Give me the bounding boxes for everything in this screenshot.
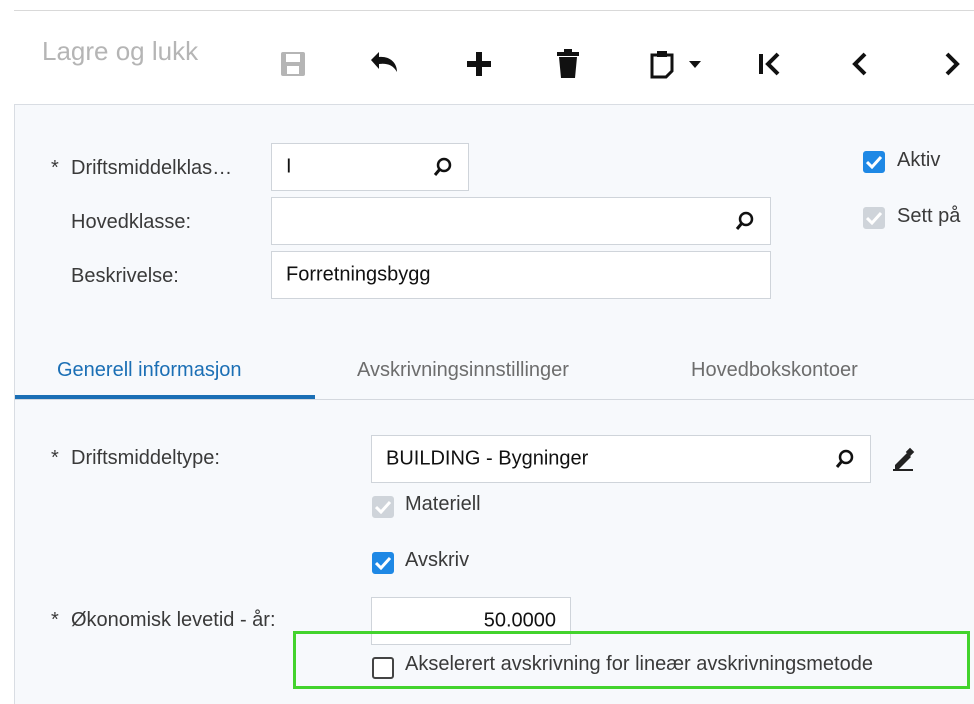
highlight-box [293, 631, 970, 689]
active-tab-indicator [15, 395, 315, 399]
asset-type-label: Driftsmiddeltype: [71, 447, 220, 469]
save-close-button[interactable]: Lagre og lukk [42, 36, 198, 67]
undo-icon[interactable] [364, 36, 404, 92]
asset-type-field[interactable]: BUILDING - Bygninger [371, 435, 871, 483]
next-record-icon[interactable] [934, 36, 970, 92]
asset-class-value: I [286, 155, 292, 178]
set-on-checkbox[interactable] [863, 207, 885, 229]
required-marker: * [51, 447, 59, 469]
search-icon[interactable] [834, 448, 856, 470]
description-value: Forretningsbygg [286, 263, 431, 286]
clipboard-icon[interactable] [642, 36, 682, 92]
previous-record-icon[interactable] [842, 36, 878, 92]
tab-depreciation-settings[interactable]: Avskrivningsinnstillinger [357, 359, 569, 382]
add-icon[interactable] [459, 36, 499, 92]
description-label: Beskrivelse: [71, 265, 179, 287]
set-on-label: Sett på [897, 205, 961, 227]
edit-icon[interactable] [891, 447, 915, 471]
asset-class-field[interactable]: I [271, 143, 469, 191]
search-icon[interactable] [432, 156, 454, 178]
material-checkbox[interactable] [372, 496, 394, 518]
active-checkbox[interactable] [863, 151, 885, 173]
toolbar: Lagre og lukk [0, 14, 974, 94]
first-record-icon[interactable] [752, 36, 788, 92]
depreciate-checkbox[interactable] [372, 552, 394, 574]
active-label: Aktiv [897, 149, 941, 171]
save-icon[interactable] [275, 36, 311, 92]
tab-bar: Generell informasjon Avskrivningsinnstil… [15, 351, 974, 400]
depreciate-label: Avskriv [405, 549, 470, 571]
asset-class-label: Driftsmiddelklas… [71, 157, 233, 179]
asset-type-value: BUILDING - Bygninger [386, 447, 589, 470]
parent-class-field[interactable] [271, 197, 771, 245]
parent-class-label: Hovedklasse: [71, 211, 192, 233]
required-marker: * [51, 157, 59, 179]
delete-icon[interactable] [550, 36, 586, 92]
useful-life-value: 50.0000 [483, 609, 556, 632]
useful-life-label: Økonomisk levetid - år: [71, 609, 276, 631]
description-field[interactable]: Forretningsbygg [271, 251, 771, 299]
tab-general-info[interactable]: Generell informasjon [57, 359, 242, 382]
material-label: Materiell [405, 493, 481, 515]
search-icon[interactable] [734, 210, 756, 232]
form-panel: * Driftsmiddelklas… I Aktiv Sett på Hove… [14, 104, 974, 704]
tab-gl-accounts[interactable]: Hovedbokskontoer [691, 359, 858, 382]
chevron-down-icon[interactable] [686, 36, 704, 92]
required-marker: * [51, 609, 59, 631]
top-divider [14, 10, 974, 11]
